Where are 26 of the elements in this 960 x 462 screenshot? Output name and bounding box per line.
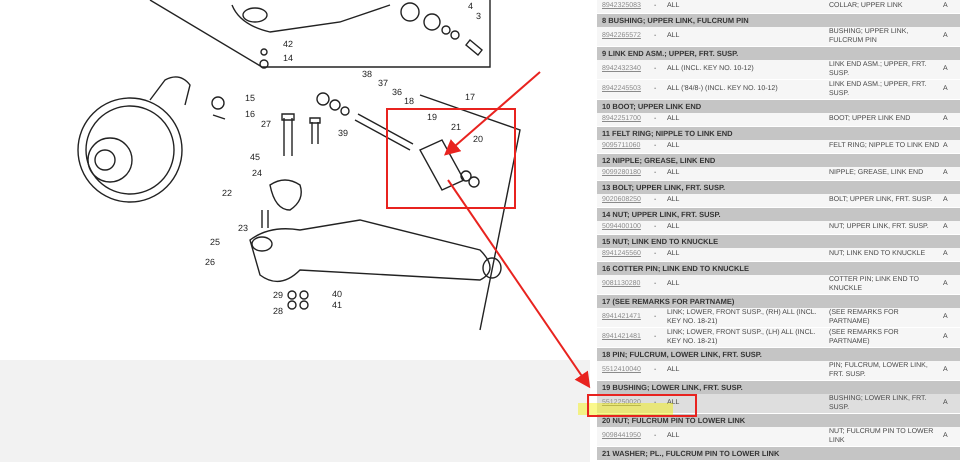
callout-number: 36 (392, 87, 402, 97)
callout-number: 14 (283, 53, 294, 63)
callout-number: 20 (473, 134, 484, 144)
callout-number: 15 (245, 93, 256, 103)
callout-number: 29 (273, 290, 284, 300)
callout-number: 21 (451, 122, 462, 132)
callout-number: 45 (250, 152, 260, 162)
callout-number: 19 (427, 112, 438, 122)
callout-number: 18 (404, 96, 414, 106)
callout-number: 28 (273, 306, 284, 316)
callout-number: 26 (205, 257, 216, 267)
callout-number: 40 (332, 289, 342, 299)
callout-number: 17 (465, 92, 476, 102)
callout-number: 24 (252, 168, 262, 178)
callout-number: 37 (378, 78, 388, 88)
callout-number: 38 (362, 69, 372, 79)
callout-number: 25 (210, 237, 220, 247)
callout-number: 3 (476, 11, 482, 21)
callout-number: 16 (245, 109, 256, 119)
callout-number: 22 (222, 188, 232, 198)
callout-number: 42 (283, 39, 294, 49)
callout-number: 39 (338, 128, 348, 138)
callout-number: 4 (468, 1, 474, 11)
callout-number: 23 (238, 223, 248, 233)
callout-number: 41 (332, 300, 342, 310)
callout-number: 27 (261, 119, 272, 129)
